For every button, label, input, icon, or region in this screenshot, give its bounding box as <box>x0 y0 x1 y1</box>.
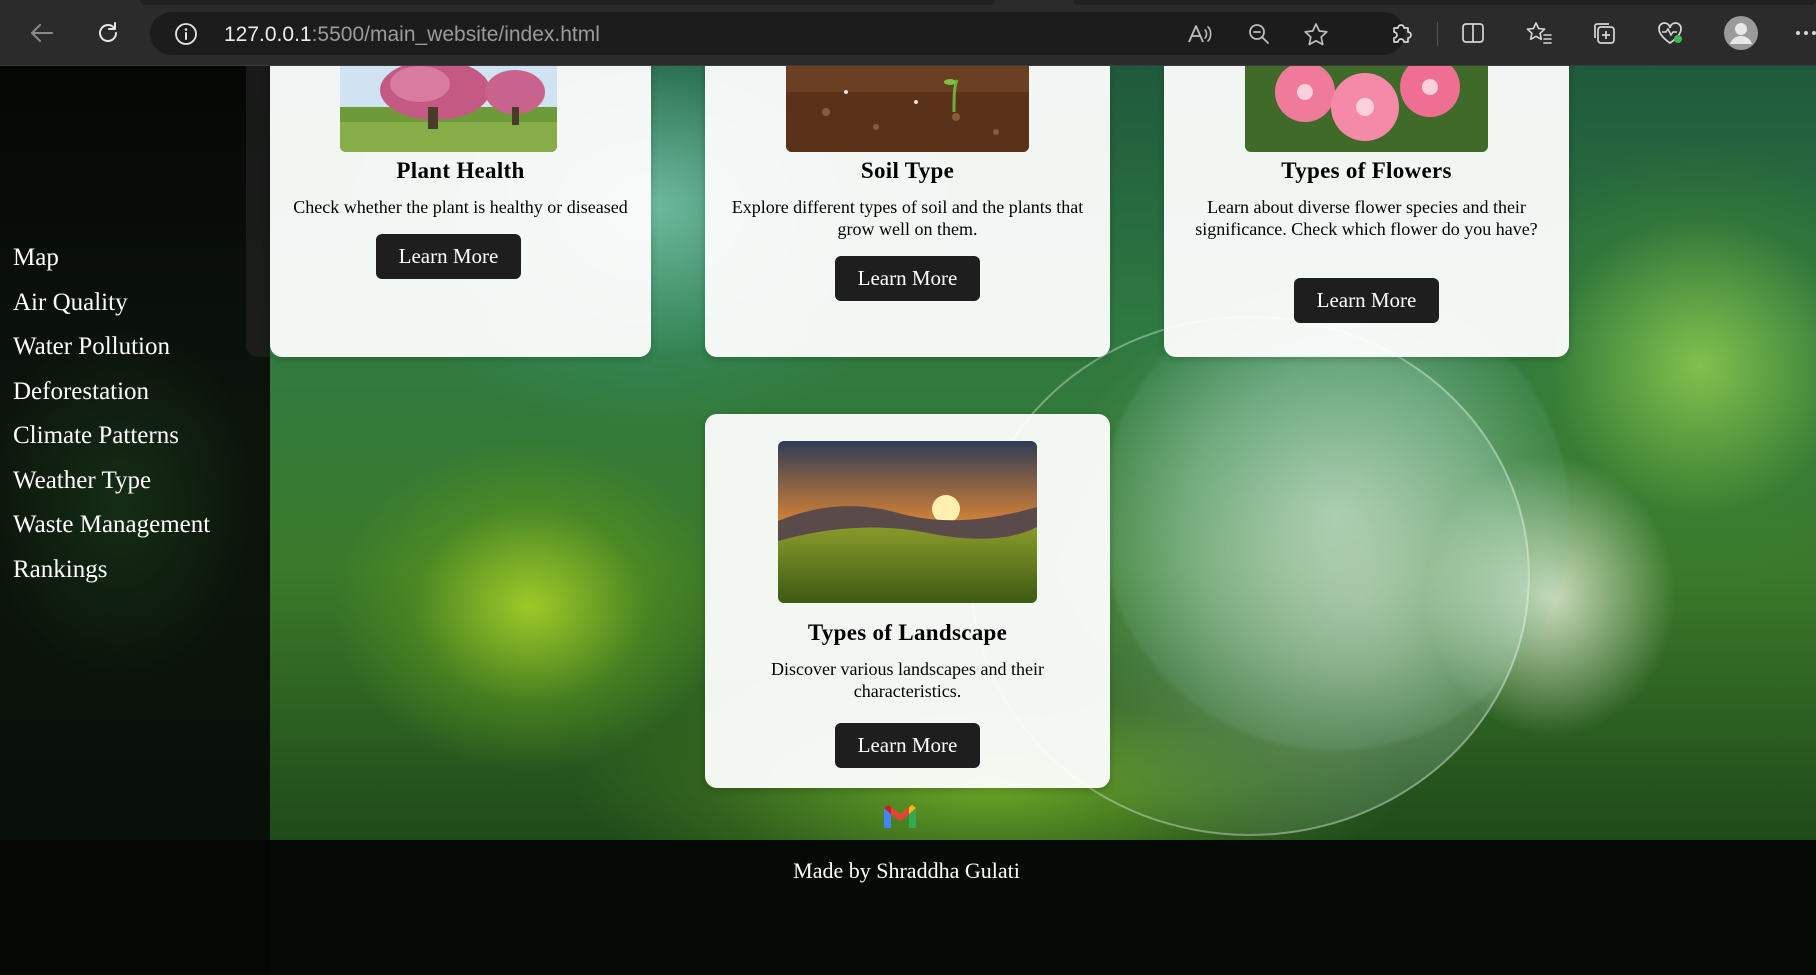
sidebar-item-map[interactable]: Map <box>0 236 262 281</box>
collections-icon[interactable] <box>1588 17 1620 49</box>
page-viewport: Map Air Quality Water Pollution Deforest… <box>0 66 1816 975</box>
favorites-icon[interactable] <box>1523 17 1555 49</box>
cards-container-edge <box>246 66 270 357</box>
card-title: Plant Health <box>396 158 525 183</box>
url-path: :5500/main_website/index.html <box>311 23 600 46</box>
back-icon[interactable] <box>24 15 60 51</box>
learn-more-button[interactable]: Learn More <box>835 256 980 301</box>
card-plant-health: Plant Health Check whether the plant is … <box>270 66 651 357</box>
sidebar-item-rankings[interactable]: Rankings <box>0 548 262 593</box>
sidebar-item-air-quality[interactable]: Air Quality <box>0 281 262 326</box>
extensions-icon[interactable] <box>1385 17 1417 49</box>
sidebar-item-climate-patterns[interactable]: Climate Patterns <box>0 414 262 459</box>
card-description: Check whether the plant is healthy or di… <box>293 197 628 217</box>
address-bar[interactable]: 127.0.0.1:5500/main_website/index.html <box>150 12 1405 55</box>
read-aloud-icon[interactable] <box>1186 22 1212 46</box>
sunset-hills-image <box>778 441 1037 603</box>
browser-essentials-icon[interactable] <box>1654 17 1686 49</box>
browser-toolbar: 127.0.0.1:5500/main_website/index.html <box>0 0 1816 66</box>
gmail-icon[interactable] <box>882 802 918 830</box>
soil-sprout-image <box>786 66 1029 152</box>
tab-strip <box>1073 0 1816 5</box>
learn-more-button[interactable]: Learn More <box>835 723 980 768</box>
card-types-of-landscape: Types of Landscape Discover various land… <box>705 414 1110 788</box>
sidebar-item-deforestation[interactable]: Deforestation <box>0 370 262 415</box>
card-description: Explore different types of soil and the … <box>731 197 1084 239</box>
blossom-tree-image <box>340 66 557 152</box>
address-url[interactable]: 127.0.0.1:5500/main_website/index.html <box>224 23 600 47</box>
sidebar-item-water-pollution[interactable]: Water Pollution <box>0 325 262 370</box>
sidebar-item-weather-type[interactable]: Weather Type <box>0 459 262 504</box>
learn-more-button[interactable]: Learn More <box>1294 278 1439 323</box>
card-types-of-flowers: Types of Flowers Learn about diverse flo… <box>1164 66 1569 357</box>
card-soil-type: Soil Type Explore different types of soi… <box>705 66 1110 357</box>
profile-avatar-icon[interactable] <box>1723 15 1759 51</box>
card-description: Discover various landscapes and their ch… <box>771 659 1044 701</box>
sidebar-item-waste-management[interactable]: Waste Management <box>0 503 262 548</box>
footer-credit: Made by Shraddha Gulati <box>793 858 1020 883</box>
footer-left-background <box>0 840 270 975</box>
card-title: Soil Type <box>860 158 955 183</box>
sidebar-nav: Map Air Quality Water Pollution Deforest… <box>0 236 262 592</box>
card-description: Learn about diverse flower species and t… <box>1195 197 1538 239</box>
tab-strip <box>140 0 995 5</box>
refresh-icon[interactable] <box>90 15 126 51</box>
pink-flowers-image <box>1245 66 1488 152</box>
favorite-star-icon[interactable] <box>1303 22 1328 46</box>
more-icon[interactable] <box>1790 17 1816 49</box>
split-screen-icon[interactable] <box>1457 17 1489 49</box>
card-title: Types of Landscape <box>807 620 1008 645</box>
toolbar-divider <box>1437 22 1438 46</box>
info-icon[interactable] <box>174 22 198 46</box>
card-title: Types of Flowers <box>1281 158 1452 183</box>
learn-more-button[interactable]: Learn More <box>376 234 521 279</box>
url-host: 127.0.0.1 <box>224 23 312 46</box>
zoom-out-icon[interactable] <box>1247 22 1271 46</box>
